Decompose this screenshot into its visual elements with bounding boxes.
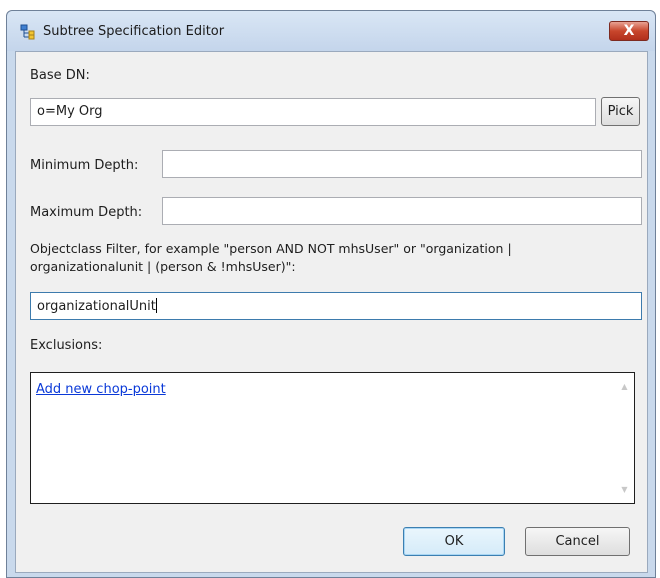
- objectclass-filter-input[interactable]: organizationalUnit: [30, 292, 642, 320]
- ok-button[interactable]: OK: [403, 527, 505, 556]
- max-depth-input[interactable]: [162, 197, 642, 225]
- scroll-up-arrow-icon[interactable]: ▲: [616, 378, 633, 395]
- exclusions-list[interactable]: Add new chop-point ▲ ▼: [30, 372, 635, 504]
- max-depth-label: Maximum Depth:: [30, 205, 143, 220]
- dialog-body: Base DN: o=My Org Pick Minimum Depth: Ma…: [15, 51, 648, 573]
- min-depth-label: Minimum Depth:: [30, 158, 139, 173]
- dialog-window: Subtree Specification Editor X Base DN: …: [6, 10, 656, 578]
- filter-label-line2: organizationalunit | (person & !mhsUser)…: [30, 259, 296, 274]
- scroll-down-arrow-icon[interactable]: ▼: [616, 481, 633, 498]
- exclusions-scrollbar[interactable]: ▲ ▼: [616, 374, 633, 502]
- title-bar[interactable]: Subtree Specification Editor X: [7, 11, 655, 51]
- exclusions-label: Exclusions:: [30, 338, 103, 353]
- cancel-button-label: Cancel: [555, 534, 600, 549]
- window-title: Subtree Specification Editor: [43, 24, 225, 39]
- ldap-tree-icon: [20, 24, 38, 40]
- filter-value: organizationalUnit: [37, 299, 156, 314]
- close-button[interactable]: X: [609, 21, 649, 41]
- close-icon: X: [623, 23, 635, 39]
- ok-button-label: OK: [444, 534, 464, 549]
- base-dn-label: Base DN:: [30, 68, 90, 83]
- add-chop-point-link[interactable]: Add new chop-point: [36, 382, 166, 397]
- cancel-button[interactable]: Cancel: [525, 527, 630, 556]
- text-caret: [155, 298, 157, 313]
- min-depth-input[interactable]: [162, 150, 642, 178]
- base-dn-input[interactable]: o=My Org: [30, 98, 596, 126]
- pick-button[interactable]: Pick: [601, 97, 640, 126]
- filter-label-line1: Objectclass Filter, for example "person …: [30, 241, 512, 256]
- pick-button-label: Pick: [607, 104, 634, 119]
- base-dn-value: o=My Org: [37, 104, 103, 119]
